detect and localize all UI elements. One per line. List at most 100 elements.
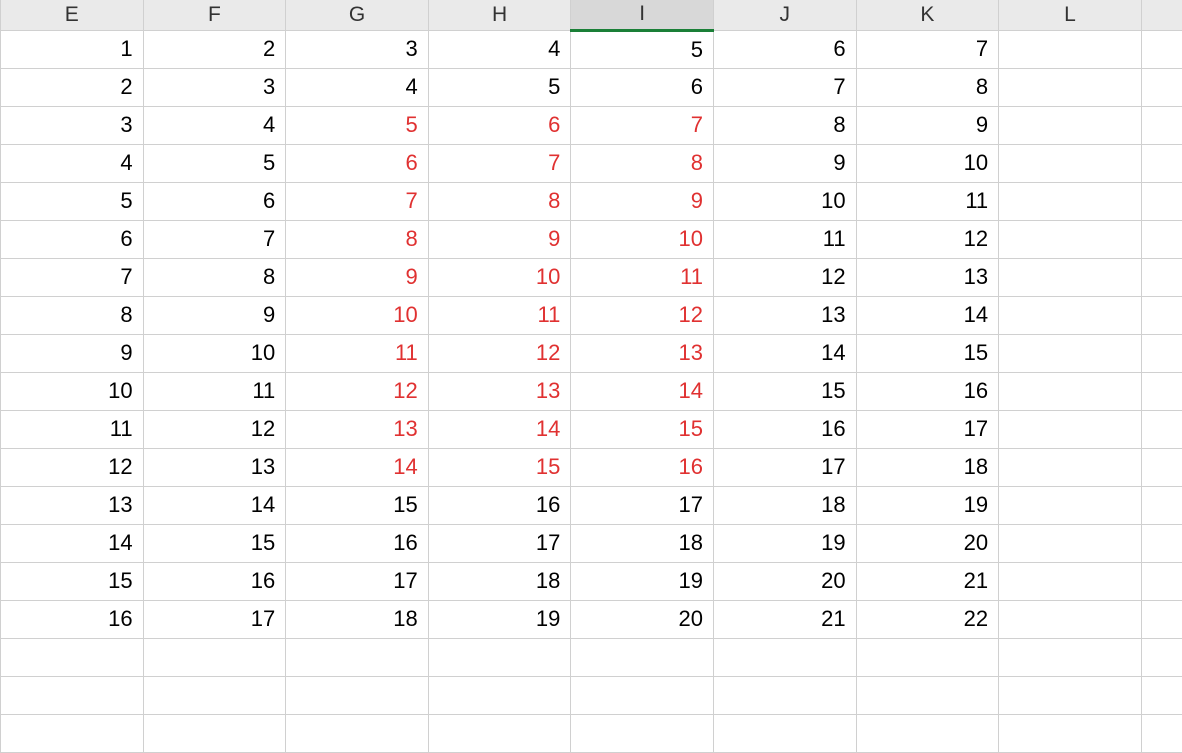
cell-partial[interactable]: [1141, 524, 1182, 562]
column-header-H[interactable]: H: [428, 0, 571, 30]
cell-F[interactable]: 3: [143, 68, 286, 106]
cell-I[interactable]: 14: [571, 372, 714, 410]
cell-J[interactable]: [713, 638, 856, 676]
cell-J[interactable]: 19: [713, 524, 856, 562]
cell-E[interactable]: 15: [1, 562, 144, 600]
cell-G[interactable]: 6: [286, 144, 429, 182]
cell-K[interactable]: [856, 638, 999, 676]
column-header-E[interactable]: E: [1, 0, 144, 30]
cell-partial[interactable]: [1141, 68, 1182, 106]
cell-K[interactable]: [856, 676, 999, 714]
cell-J[interactable]: 17: [713, 448, 856, 486]
cell-H[interactable]: 18: [428, 562, 571, 600]
cell-I[interactable]: 13: [571, 334, 714, 372]
cell-L[interactable]: [999, 144, 1142, 182]
cell-E[interactable]: [1, 638, 144, 676]
cell-G[interactable]: 16: [286, 524, 429, 562]
cell-I[interactable]: 12: [571, 296, 714, 334]
cell-I[interactable]: 7: [571, 106, 714, 144]
column-header-G[interactable]: G: [286, 0, 429, 30]
cell-K[interactable]: 17: [856, 410, 999, 448]
cell-partial[interactable]: [1141, 410, 1182, 448]
cell-K[interactable]: 22: [856, 600, 999, 638]
cell-H[interactable]: [428, 676, 571, 714]
cell-H[interactable]: 13: [428, 372, 571, 410]
cell-J[interactable]: 10: [713, 182, 856, 220]
cell-K[interactable]: 11: [856, 182, 999, 220]
cell-L[interactable]: [999, 258, 1142, 296]
cell-K[interactable]: 15: [856, 334, 999, 372]
cell-L[interactable]: [999, 562, 1142, 600]
cell-F[interactable]: 16: [143, 562, 286, 600]
cell-F[interactable]: 12: [143, 410, 286, 448]
cell-L[interactable]: [999, 448, 1142, 486]
cell-E[interactable]: 1: [1, 30, 144, 68]
column-header-partial[interactable]: [1141, 0, 1182, 30]
cell-L[interactable]: [999, 106, 1142, 144]
cell-H[interactable]: 14: [428, 410, 571, 448]
cell-E[interactable]: 11: [1, 410, 144, 448]
cell-F[interactable]: 5: [143, 144, 286, 182]
cell-E[interactable]: 9: [1, 334, 144, 372]
cell-partial[interactable]: [1141, 714, 1182, 752]
cell-E[interactable]: 12: [1, 448, 144, 486]
cell-L[interactable]: [999, 220, 1142, 258]
cell-I[interactable]: 18: [571, 524, 714, 562]
cell-I[interactable]: 5: [571, 30, 714, 68]
cell-K[interactable]: 7: [856, 30, 999, 68]
cell-J[interactable]: 18: [713, 486, 856, 524]
column-header-I[interactable]: I: [571, 0, 714, 30]
column-header-L[interactable]: L: [999, 0, 1142, 30]
cell-F[interactable]: 2: [143, 30, 286, 68]
cell-J[interactable]: 12: [713, 258, 856, 296]
cell-H[interactable]: 9: [428, 220, 571, 258]
cell-partial[interactable]: [1141, 334, 1182, 372]
cell-partial[interactable]: [1141, 638, 1182, 676]
cell-K[interactable]: 8: [856, 68, 999, 106]
cell-partial[interactable]: [1141, 600, 1182, 638]
cell-G[interactable]: 10: [286, 296, 429, 334]
cell-J[interactable]: 8: [713, 106, 856, 144]
cell-F[interactable]: 11: [143, 372, 286, 410]
column-header-K[interactable]: K: [856, 0, 999, 30]
cell-K[interactable]: 21: [856, 562, 999, 600]
cell-E[interactable]: 13: [1, 486, 144, 524]
cell-E[interactable]: 2: [1, 68, 144, 106]
cell-I[interactable]: 15: [571, 410, 714, 448]
cell-I[interactable]: 16: [571, 448, 714, 486]
cell-F[interactable]: 15: [143, 524, 286, 562]
cell-G[interactable]: 17: [286, 562, 429, 600]
cell-G[interactable]: 7: [286, 182, 429, 220]
cell-J[interactable]: 14: [713, 334, 856, 372]
cell-partial[interactable]: [1141, 562, 1182, 600]
cell-G[interactable]: [286, 638, 429, 676]
column-header-J[interactable]: J: [713, 0, 856, 30]
cell-I[interactable]: 20: [571, 600, 714, 638]
cell-J[interactable]: 20: [713, 562, 856, 600]
cell-G[interactable]: 13: [286, 410, 429, 448]
cell-E[interactable]: 14: [1, 524, 144, 562]
cell-J[interactable]: 7: [713, 68, 856, 106]
cell-K[interactable]: [856, 714, 999, 752]
cell-L[interactable]: [999, 600, 1142, 638]
cell-G[interactable]: 18: [286, 600, 429, 638]
cell-partial[interactable]: [1141, 106, 1182, 144]
cell-E[interactable]: [1, 676, 144, 714]
cell-J[interactable]: 11: [713, 220, 856, 258]
cell-partial[interactable]: [1141, 372, 1182, 410]
cell-K[interactable]: 16: [856, 372, 999, 410]
cell-K[interactable]: 12: [856, 220, 999, 258]
cell-H[interactable]: 16: [428, 486, 571, 524]
cell-I[interactable]: [571, 676, 714, 714]
cell-I[interactable]: 17: [571, 486, 714, 524]
cell-G[interactable]: 5: [286, 106, 429, 144]
cell-L[interactable]: [999, 486, 1142, 524]
cell-I[interactable]: 11: [571, 258, 714, 296]
cell-H[interactable]: 4: [428, 30, 571, 68]
cell-F[interactable]: 17: [143, 600, 286, 638]
cell-K[interactable]: 18: [856, 448, 999, 486]
cell-J[interactable]: 21: [713, 600, 856, 638]
cell-partial[interactable]: [1141, 144, 1182, 182]
cell-H[interactable]: [428, 638, 571, 676]
cell-E[interactable]: 6: [1, 220, 144, 258]
